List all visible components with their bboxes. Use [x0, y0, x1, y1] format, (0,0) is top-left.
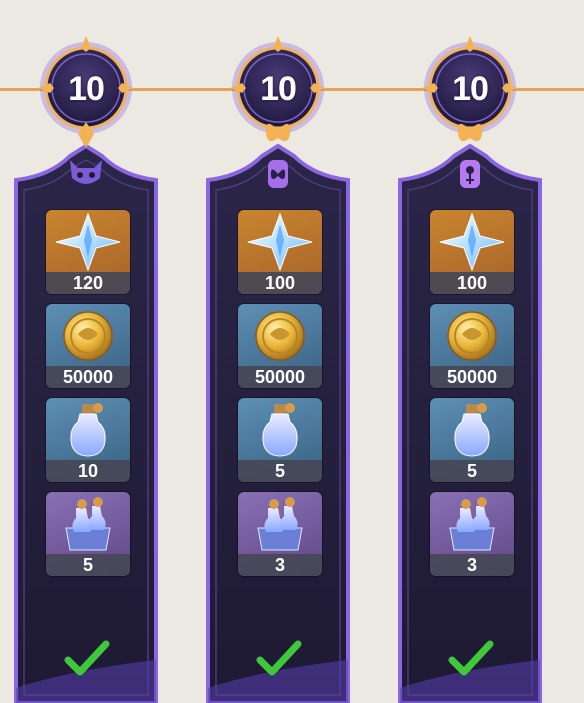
reward-list: 120 50000 10 5 [46, 210, 130, 586]
claimed-checkmark-icon [256, 640, 302, 676]
reward-item-heros-wit[interactable]: 3 [238, 492, 322, 576]
reward-banner: 100 50000 5 3 [202, 140, 354, 703]
mora-coin-icon [63, 311, 113, 361]
reward-count: 3 [238, 554, 322, 576]
claimed-checkmark-icon [64, 640, 110, 676]
reward-item-wanderers-advice[interactable]: 10 [46, 398, 130, 482]
reward-column-1: 10 120 50000 10 5 [2, 30, 170, 703]
reward-column-3: 10 100 50000 5 3 [386, 30, 554, 703]
reward-item-primogem[interactable]: 100 [430, 210, 514, 294]
reward-banner: 120 50000 10 5 [10, 140, 162, 703]
butterfly-icon [268, 160, 288, 188]
reward-count: 5 [238, 460, 322, 482]
reward-item-wanderers-advice[interactable]: 5 [430, 398, 514, 482]
reward-item-primogem[interactable]: 120 [46, 210, 130, 294]
tier-badge: 10 [228, 30, 328, 160]
tier-number: 10 [260, 70, 297, 108]
reward-count: 50000 [238, 366, 322, 388]
reward-count: 50000 [46, 366, 130, 388]
reward-item-heros-wit[interactable]: 5 [46, 492, 130, 576]
tier-number: 10 [68, 70, 105, 108]
reward-column-2: 10 100 50000 5 3 [194, 30, 362, 703]
primogem-icon [439, 212, 505, 272]
cat-mask-icon [70, 160, 102, 184]
tier-badge: 10 [420, 30, 520, 160]
heros-wit-potion-icon [257, 497, 303, 551]
reward-count: 10 [46, 460, 130, 482]
reward-count: 3 [430, 554, 514, 576]
reward-count: 100 [430, 272, 514, 294]
reward-item-mora[interactable]: 50000 [46, 304, 130, 388]
reward-count: 5 [46, 554, 130, 576]
reward-list: 100 50000 5 3 [430, 210, 514, 586]
tier-number: 10 [452, 70, 489, 108]
reward-count: 100 [238, 272, 322, 294]
flower-icon [460, 160, 480, 188]
wanderers-advice-potion-icon [454, 403, 490, 457]
heros-wit-potion-icon [65, 497, 111, 551]
reward-item-heros-wit[interactable]: 3 [430, 492, 514, 576]
primogem-icon [247, 212, 313, 272]
reward-item-primogem[interactable]: 100 [238, 210, 322, 294]
reward-list: 100 50000 5 3 [238, 210, 322, 586]
reward-banner: 100 50000 5 3 [394, 140, 546, 703]
mora-coin-icon [255, 311, 305, 361]
reward-item-wanderers-advice[interactable]: 5 [238, 398, 322, 482]
reward-count: 50000 [430, 366, 514, 388]
reward-item-mora[interactable]: 50000 [238, 304, 322, 388]
primogem-icon [55, 212, 121, 272]
reward-count: 5 [430, 460, 514, 482]
wanderers-advice-potion-icon [70, 403, 106, 457]
reward-item-mora[interactable]: 50000 [430, 304, 514, 388]
heros-wit-potion-icon [449, 497, 495, 551]
mora-coin-icon [447, 311, 497, 361]
claimed-checkmark-icon [448, 640, 494, 676]
wanderers-advice-potion-icon [262, 403, 298, 457]
reward-count: 120 [46, 272, 130, 294]
tier-badge: 10 [36, 30, 136, 160]
